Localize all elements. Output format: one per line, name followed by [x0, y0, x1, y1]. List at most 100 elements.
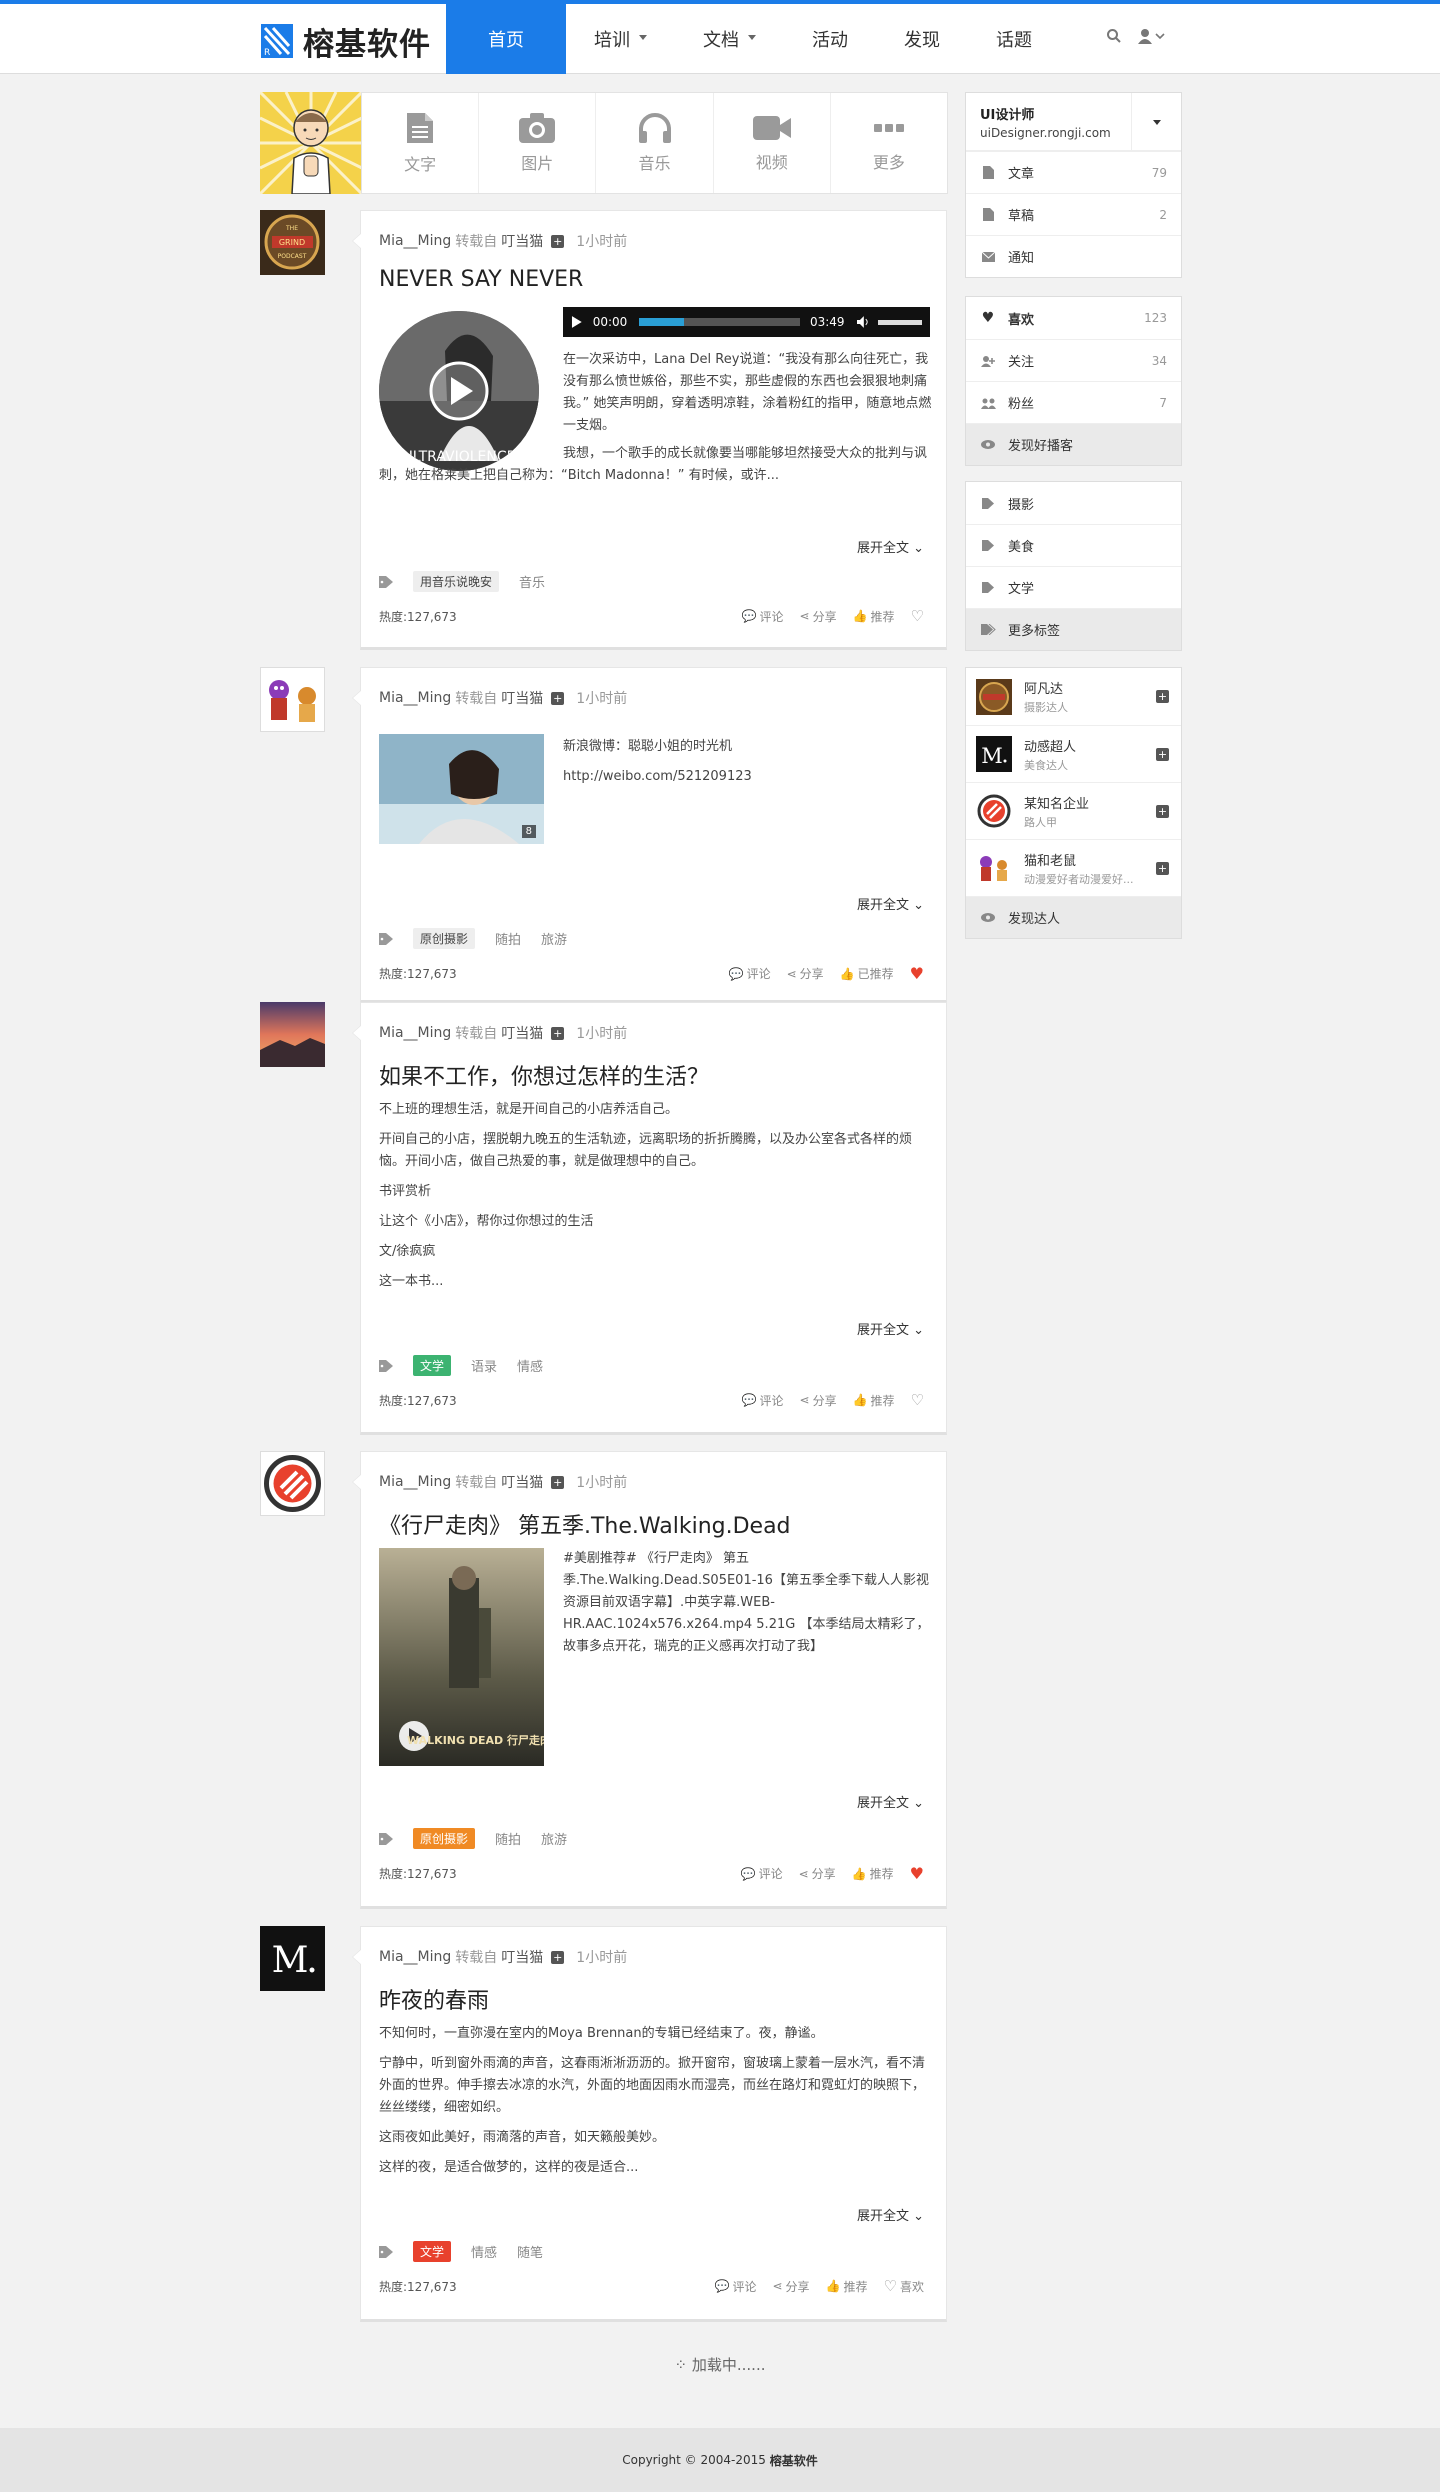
author-avatar[interactable] [260, 667, 325, 732]
nav-docs[interactable]: 文档 [675, 4, 784, 74]
recommend-button[interactable]: 👍 推荐 [826, 2278, 868, 2295]
sidebar-item-drafts[interactable]: 草稿 2 [966, 193, 1181, 235]
sidebar-more-tags[interactable]: 更多标签 [966, 608, 1181, 650]
search-icon[interactable] [1106, 28, 1122, 44]
source-name[interactable]: 叮当猫 [501, 231, 543, 251]
sidebar-item-notifications[interactable]: 通知 [966, 235, 1181, 277]
like-button[interactable]: ♡ 喜欢 [884, 2277, 924, 2295]
tag[interactable]: 随笔 [517, 2242, 543, 2261]
comment-button[interactable]: 💬 评论 [742, 1392, 784, 1409]
sidebar-tag-photography[interactable]: 摄影 [966, 482, 1181, 524]
tag[interactable]: 旅游 [541, 929, 567, 948]
talent-item[interactable]: 阿凡达 摄影达人 + [966, 668, 1181, 725]
talent-item[interactable]: M 动感超人 美食达人 + [966, 725, 1181, 782]
source-name[interactable]: 叮当猫 [501, 1023, 543, 1043]
post-title[interactable]: NEVER SAY NEVER [379, 267, 583, 292]
comment-button[interactable]: 💬 评论 [715, 2278, 757, 2295]
expand-link[interactable]: 展开全文 ⌄ [857, 894, 924, 913]
follow-plus-icon[interactable]: + [551, 1950, 565, 1964]
comment-button[interactable]: 💬 评论 [729, 965, 771, 982]
expand-link[interactable]: 展开全文 ⌄ [857, 2205, 924, 2224]
nav-discover[interactable]: 发现 [876, 4, 968, 74]
expand-link[interactable]: 展开全文 ⌄ [857, 1319, 924, 1338]
tag[interactable]: 情感 [517, 1356, 543, 1375]
tag[interactable]: 语录 [471, 1356, 497, 1375]
nav-home[interactable]: 首页 [446, 4, 566, 74]
comment-button[interactable]: 💬 评论 [742, 608, 784, 625]
compose-video-button[interactable]: 视频 [714, 93, 831, 193]
talent-item[interactable]: 猫和老鼠 动漫爱好者动漫爱好... + [966, 839, 1181, 896]
author-name[interactable]: Mia__Ming [379, 233, 451, 249]
nav-training[interactable]: 培训 [566, 4, 675, 74]
like-button[interactable]: ♥ [910, 1864, 924, 1883]
share-button[interactable]: ⋖ 分享 [800, 608, 837, 625]
post-image[interactable]: 8 [379, 734, 544, 844]
follow-plus-icon[interactable]: + [1156, 690, 1169, 703]
follow-plus-icon[interactable]: + [1156, 747, 1169, 761]
sidebar-item-following[interactable]: 关注 34 [966, 339, 1181, 381]
author-avatar[interactable] [260, 1002, 325, 1067]
like-button[interactable]: ♡ [911, 1391, 924, 1409]
compose-text-button[interactable]: 文字 [362, 93, 480, 193]
sidebar-tag-literature[interactable]: 文学 [966, 566, 1181, 608]
sidebar-item-discover-podcasts[interactable]: 发现好播客 [966, 423, 1181, 465]
like-button[interactable]: ♡ [911, 607, 924, 625]
share-button[interactable]: ⋖ 分享 [799, 1865, 836, 1882]
sidebar-item-articles[interactable]: 文章 79 [966, 151, 1181, 193]
author-name[interactable]: Mia__Ming [379, 1474, 451, 1490]
sidebar-item-likes[interactable]: ♥ 喜欢 123 [966, 297, 1181, 339]
like-button[interactable]: ♥ [910, 964, 924, 983]
follow-plus-icon[interactable]: + [1156, 861, 1169, 875]
comment-button[interactable]: 💬 评论 [741, 1865, 783, 1882]
follow-plus-icon[interactable]: + [551, 234, 565, 248]
tag[interactable]: 用音乐说晚安 [413, 571, 500, 592]
share-button[interactable]: ⋖ 分享 [800, 1392, 837, 1409]
avatar[interactable] [976, 678, 1012, 715]
audio-progress-bar[interactable] [639, 318, 800, 326]
nav-activity[interactable]: 活动 [784, 4, 876, 74]
post-title[interactable]: 昨夜的春雨 [379, 1983, 489, 2015]
tag[interactable]: 音乐 [519, 572, 545, 591]
brand-logo[interactable]: R 榕基软件 [261, 22, 431, 63]
play-icon[interactable] [571, 316, 583, 328]
post-link[interactable]: http://weibo.com/521209123 [563, 766, 752, 788]
tag[interactable]: 随拍 [495, 929, 521, 948]
avatar[interactable] [976, 850, 1012, 886]
compose-image-button[interactable]: 图片 [479, 93, 597, 193]
volume-icon[interactable] [856, 316, 871, 328]
follow-plus-icon[interactable]: + [551, 1026, 565, 1040]
tag[interactable]: 随拍 [495, 1829, 521, 1848]
video-poster[interactable]: WALKING DEAD 行尸走肉 [379, 1548, 544, 1766]
avatar[interactable]: M [976, 736, 1012, 772]
post-title[interactable]: 《行尸走肉》 第五季.The.Walking.Dead [379, 1508, 791, 1540]
author-avatar[interactable] [260, 1451, 325, 1516]
author-name[interactable]: Mia__Ming [379, 1949, 451, 1965]
user-dropdown-toggle[interactable] [1131, 93, 1181, 151]
recommended-button[interactable]: 👍 已推荐 [840, 965, 894, 982]
my-avatar[interactable] [260, 92, 362, 194]
sidebar-tag-food[interactable]: 美食 [966, 524, 1181, 566]
recommend-button[interactable]: 👍 推荐 [852, 1865, 894, 1882]
sidebar-item-fans[interactable]: 粉丝 7 [966, 381, 1181, 423]
sidebar-discover-talent[interactable]: 发现达人 [966, 896, 1181, 938]
post-title[interactable]: 如果不工作，你想过怎样的生活？ [379, 1059, 709, 1091]
follow-plus-icon[interactable]: + [551, 1475, 565, 1489]
talent-item[interactable]: 某知名企业 路人甲 + [966, 782, 1181, 839]
share-button[interactable]: ⋖ 分享 [787, 965, 824, 982]
author-avatar[interactable]: GRIND THE PODCAST [260, 210, 325, 275]
expand-link[interactable]: 展开全文 ⌄ [857, 537, 924, 556]
recommend-button[interactable]: 👍 推荐 [853, 1392, 895, 1409]
author-avatar[interactable]: M [260, 1926, 325, 1991]
tag[interactable]: 原创摄影 [413, 1828, 476, 1849]
author-name[interactable]: Mia__Ming [379, 690, 451, 706]
follow-plus-icon[interactable]: + [551, 691, 565, 705]
tag[interactable]: 原创摄影 [413, 928, 476, 949]
recommend-button[interactable]: 👍 推荐 [853, 608, 895, 625]
user-header[interactable]: UI设计师 uiDesigner.rongji.com [966, 93, 1181, 151]
source-name[interactable]: 叮当猫 [501, 1472, 543, 1492]
author-name[interactable]: Mia__Ming [379, 1025, 451, 1041]
source-name[interactable]: 叮当猫 [501, 1947, 543, 1967]
tag[interactable]: 文学 [413, 2241, 452, 2262]
source-name[interactable]: 叮当猫 [501, 688, 543, 708]
tag[interactable]: 情感 [471, 2242, 497, 2261]
